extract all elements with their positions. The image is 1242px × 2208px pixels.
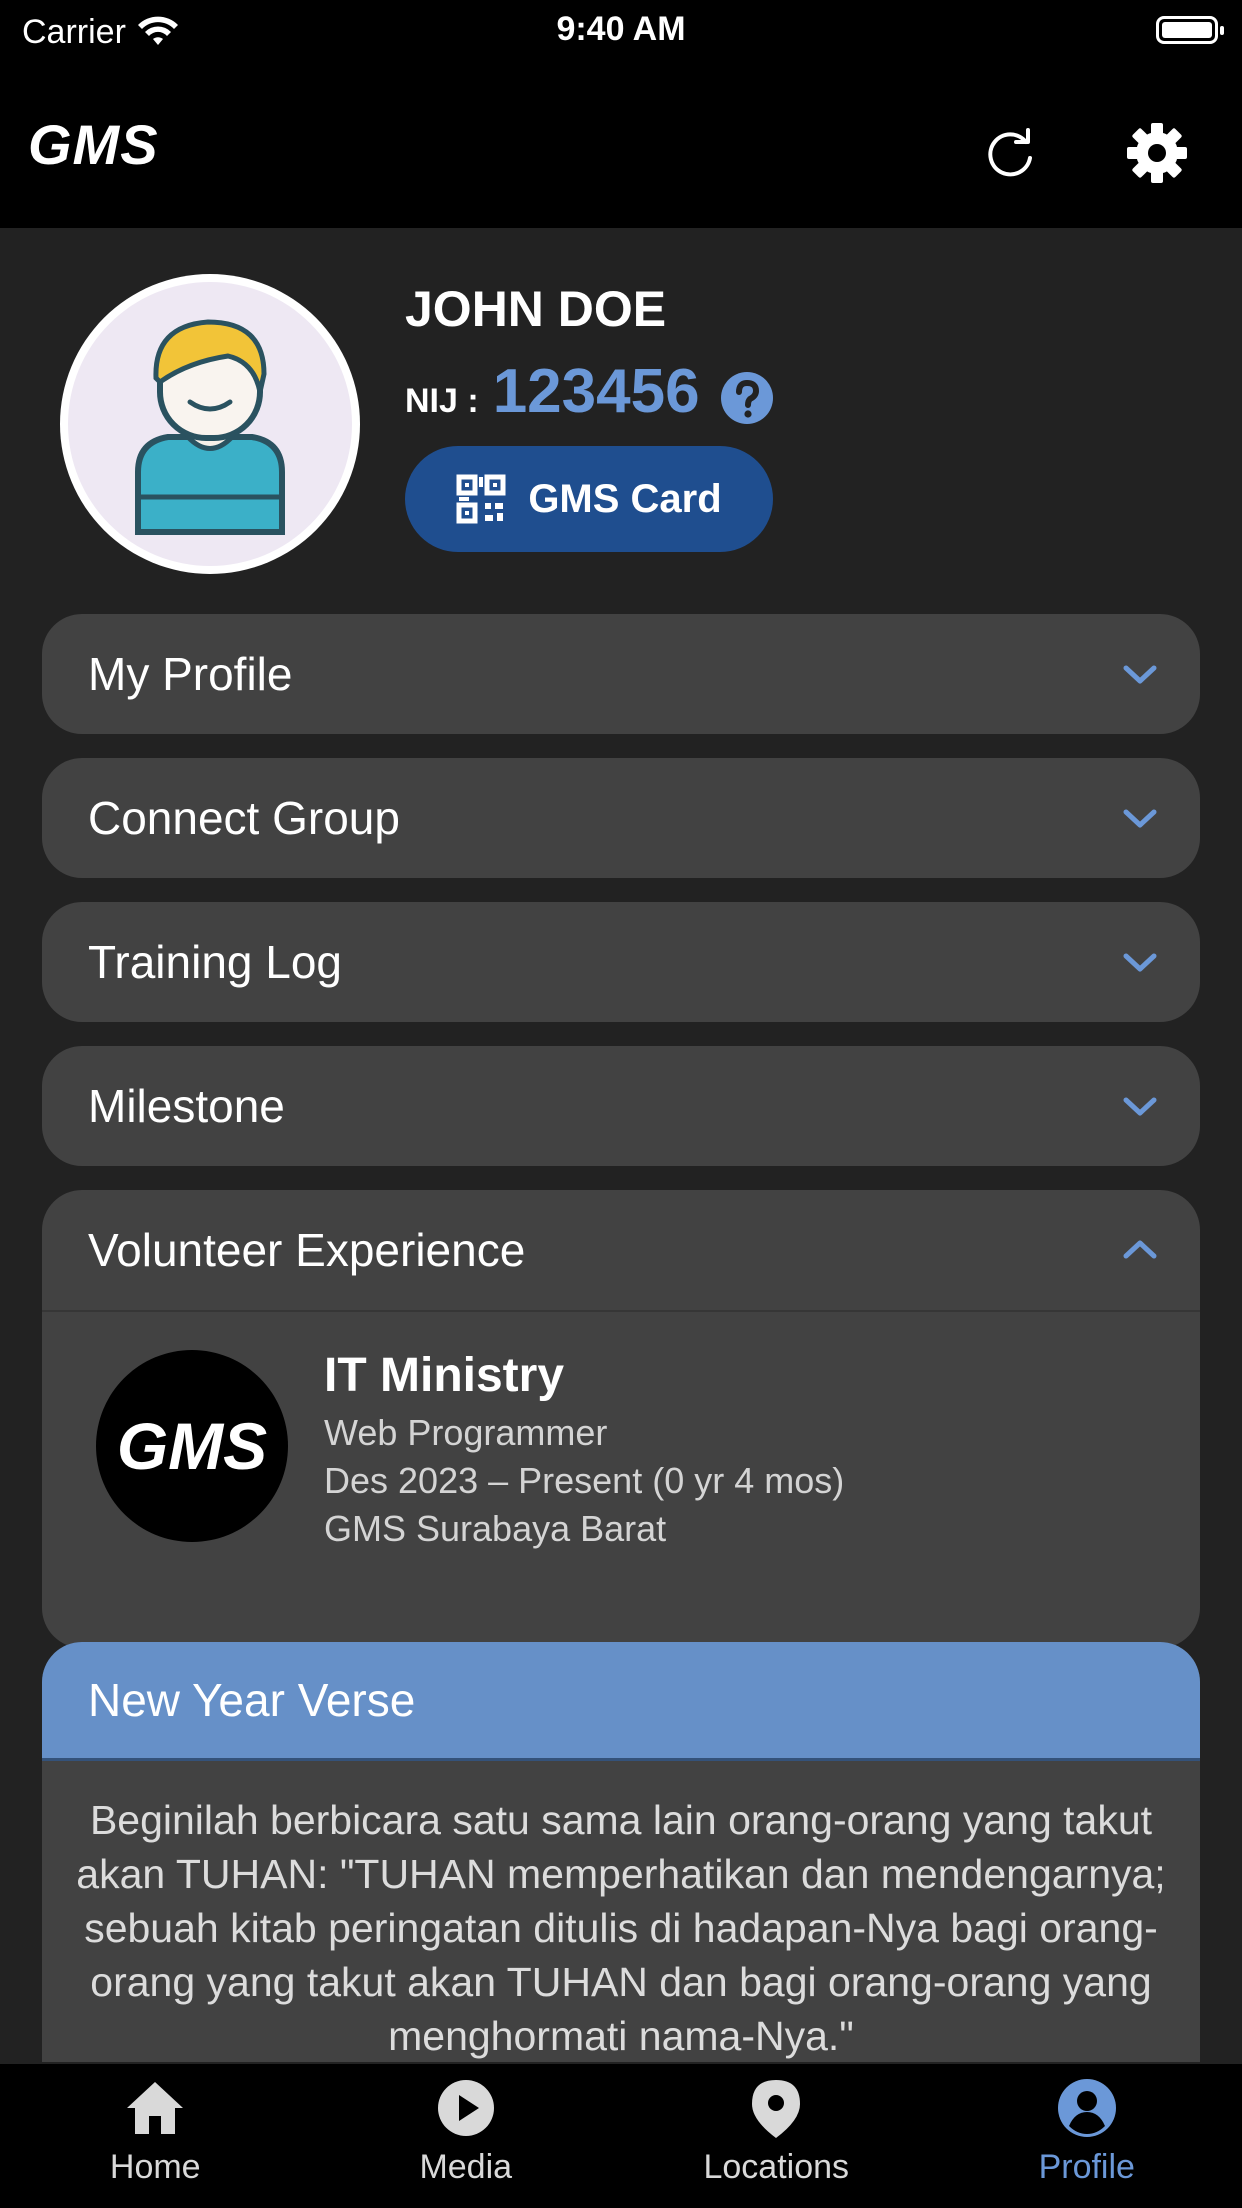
section-training-log[interactable]: Training Log	[42, 902, 1200, 1022]
verse-text: Beginilah berbicara satu sama lain orang…	[76, 1797, 1166, 2059]
volunteer-role: Web Programmer	[324, 1412, 608, 1453]
section-header[interactable]: My Profile	[42, 614, 1200, 734]
volunteer-entry: GMS IT Ministry Web Programmer Des 2023 …	[42, 1310, 1200, 1648]
gear-icon[interactable]	[1126, 122, 1188, 184]
section-my-profile[interactable]: My Profile	[42, 614, 1200, 734]
section-title: Milestone	[88, 1080, 285, 1132]
app-logo: GMS	[28, 113, 159, 176]
volunteer-period: Des 2023 – Present (0 yr 4 mos)	[324, 1460, 845, 1501]
ministry-logo: GMS	[96, 1350, 288, 1542]
play-icon	[437, 2080, 494, 2136]
battery-icon	[1156, 16, 1224, 44]
chevron-down-icon	[1123, 1097, 1157, 1116]
section-title: Connect Group	[88, 792, 400, 844]
section-header[interactable]: Training Log	[42, 902, 1200, 1022]
chevron-up-icon	[1123, 1240, 1157, 1259]
refresh-icon[interactable]	[980, 122, 1042, 184]
section-title: Training Log	[88, 936, 343, 988]
avatar-illustration	[68, 282, 352, 566]
user-circle-icon	[1057, 2079, 1116, 2137]
tab-label: Home	[109, 2148, 201, 2186]
section-title: Volunteer Experience	[88, 1224, 526, 1276]
new-year-verse-card: New Year Verse Beginilah berbicara satu …	[42, 1642, 1200, 2062]
tab-home[interactable]: Home	[0, 2064, 311, 2208]
verse-title: New Year Verse	[42, 1642, 1200, 1761]
section-header[interactable]: Volunteer Experience	[42, 1190, 1200, 1310]
tab-label: Locations	[703, 2148, 850, 2186]
nij-row: NIJ : 123456	[405, 356, 774, 427]
section-connect-group[interactable]: Connect Group	[42, 758, 1200, 878]
chevron-down-icon	[1123, 953, 1157, 972]
volunteer-details: IT Ministry Web Programmer Des 2023 – Pr…	[324, 1348, 844, 1553]
gms-card-label: GMS Card	[528, 476, 722, 521]
profile-name: JOHN DOE	[405, 281, 667, 337]
bottom-tab-bar: Home Media Locations Profile	[0, 2064, 1242, 2208]
section-title: My Profile	[88, 648, 293, 700]
nij-value: 123456	[492, 357, 700, 426]
tab-label: Media	[419, 2148, 513, 2186]
nij-label: NIJ :	[405, 382, 479, 420]
tab-profile[interactable]: Profile	[932, 2064, 1242, 2208]
qr-code-icon	[456, 474, 506, 524]
section-milestone[interactable]: Milestone	[42, 1046, 1200, 1166]
tab-locations[interactable]: Locations	[621, 2064, 932, 2208]
app-header: GMS	[0, 64, 1242, 228]
chevron-down-icon	[1123, 809, 1157, 828]
tab-label: Profile	[1038, 2148, 1135, 2186]
location-pin-icon	[752, 2080, 801, 2138]
clock: 9:40 AM	[556, 10, 686, 48]
volunteer-location: GMS Surabaya Barat	[324, 1508, 667, 1549]
gms-card-button[interactable]: GMS Card	[405, 446, 773, 552]
chevron-down-icon	[1123, 665, 1157, 684]
ministry-name: IT Ministry	[324, 1349, 565, 1402]
help-icon[interactable]	[720, 371, 774, 425]
section-header[interactable]: Connect Group	[42, 758, 1200, 878]
section-volunteer-experience[interactable]: Volunteer Experience GMS IT Ministry Web…	[42, 1190, 1200, 1648]
status-bar: Carrier 9:40 AM	[0, 0, 1242, 64]
section-header[interactable]: Milestone	[42, 1046, 1200, 1166]
tab-media[interactable]: Media	[311, 2064, 622, 2208]
avatar[interactable]	[60, 274, 360, 574]
home-icon	[127, 2082, 184, 2134]
